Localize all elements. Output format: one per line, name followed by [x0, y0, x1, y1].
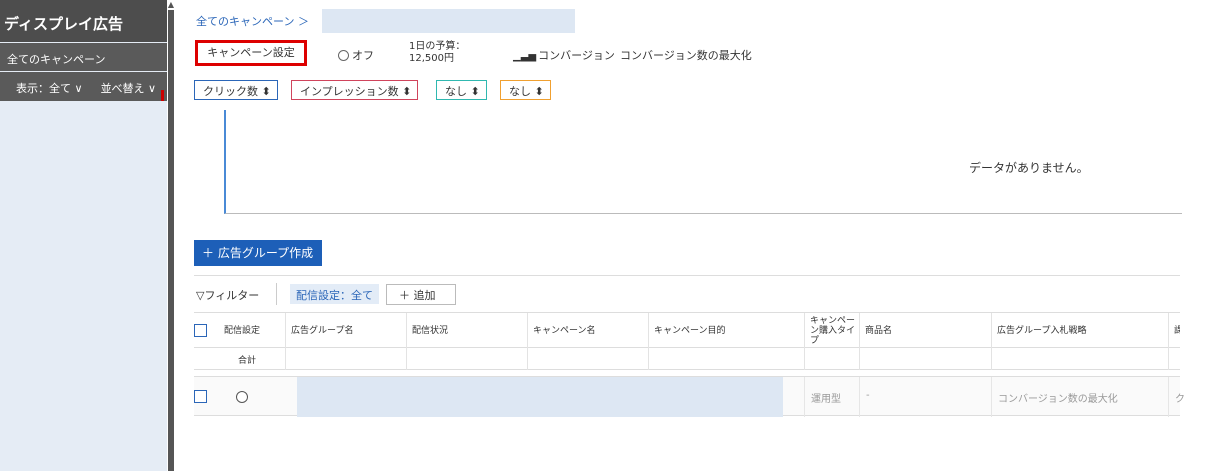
- campaign-status[interactable]: オフ: [338, 47, 374, 63]
- campaign-settings-button[interactable]: キャンペーン設定: [195, 40, 307, 66]
- metric-selector-1[interactable]: クリック数 ⬍: [194, 80, 278, 100]
- cell-product: -: [859, 377, 991, 417]
- breadcrumb-root-link[interactable]: 全てのキャンペーン: [196, 15, 294, 28]
- metric-selector-2[interactable]: インプレッション数 ⬍: [291, 80, 419, 100]
- show-filter-dropdown[interactable]: 表示：全て ∨: [16, 82, 83, 95]
- breadcrumb-separator: ＞: [297, 15, 309, 28]
- col-campaign-name[interactable]: キャンペーン名: [527, 313, 648, 349]
- campaign-goal: ▁▃▅ コンバージョン: [513, 47, 615, 63]
- sidebar-item-all-campaigns[interactable]: 全てのキャンペーン: [0, 43, 167, 71]
- campaign-summary-row: キャンペーン設定 オフ 1日の予算： 12,500円 ▁▃▅ コンバージョン コン…: [180, 40, 1180, 70]
- cell-bid-strategy: コンバージョン数の最大化: [991, 377, 1168, 417]
- budget-value: 12,500円: [409, 53, 454, 64]
- select-all-checkbox[interactable]: [194, 324, 207, 337]
- col-delivery-setting[interactable]: 配信設定: [219, 313, 285, 349]
- summary-label: 合計: [238, 356, 257, 366]
- summary-divider: [285, 348, 286, 370]
- col-ad-group-name[interactable]: 広告グループ名: [285, 313, 406, 349]
- sidebar-indicator: [161, 90, 164, 101]
- scrollbar-thumb[interactable]: [168, 10, 174, 471]
- chart-empty-message: データがありません。: [969, 161, 1089, 175]
- delivery-toggle-radio[interactable]: [236, 391, 248, 403]
- campaign-budget: 1日の予算： 12,500円: [409, 41, 465, 65]
- col-campaign-buy-type[interactable]: キャンペーン購入タイプ: [804, 313, 859, 349]
- filter-divider: [276, 283, 277, 305]
- metric-selector-3[interactable]: なし ⬍: [436, 80, 487, 100]
- add-filter-button[interactable]: ＋ 追加: [386, 284, 456, 305]
- main-content: 全てのキャンペーン ＞ キャンペーン設定 オフ 1日の予算： 12,500円 ▁…: [180, 0, 1185, 471]
- breadcrumb: 全てのキャンペーン ＞: [196, 13, 309, 29]
- table-header: 配信設定 広告グループ名 配信状況 キャンペーン名 キャンペーン目的 キャンペー…: [194, 312, 1180, 349]
- budget-label: 1日の予算：: [409, 41, 466, 52]
- col-extra[interactable]: 課: [1168, 313, 1180, 349]
- col-delivery-status[interactable]: 配信状況: [406, 313, 527, 349]
- filter-chip-delivery[interactable]: 配信設定：全て: [290, 284, 379, 304]
- scroll-up-icon[interactable]: ▲: [167, 0, 175, 10]
- sidebar-scrollbar[interactable]: ▲: [167, 0, 175, 471]
- goal-label: コンバージョン: [538, 49, 615, 62]
- bar-chart-icon: ▁▃▅: [513, 51, 537, 62]
- sidebar-title: ディスプレイ広告: [0, 0, 167, 42]
- row-checkbox[interactable]: [194, 390, 207, 403]
- summary-divider: [527, 348, 528, 370]
- summary-divider: [804, 348, 805, 370]
- sidebar: ディスプレイ広告 全てのキャンペーン 表示：全て ∨ 並べ替え ∨: [0, 0, 167, 471]
- breadcrumb-current: [322, 9, 575, 33]
- summary-divider: [648, 348, 649, 370]
- col-bid-strategy[interactable]: 広告グループ入札戦略: [991, 313, 1168, 349]
- goal-value: コンバージョン数の最大化: [620, 49, 752, 62]
- status-circle-icon: [338, 50, 349, 61]
- sidebar-filters: 表示：全て ∨ 並べ替え ∨: [0, 72, 167, 101]
- create-ad-group-button[interactable]: ＋ 広告グループ作成: [194, 240, 322, 266]
- metric-selector-4[interactable]: なし ⬍: [500, 80, 551, 100]
- summary-divider: [991, 348, 992, 370]
- cell-buy-type: 運用型: [804, 377, 859, 417]
- summary-row: 合計: [194, 348, 1180, 370]
- col-product-name[interactable]: 商品名: [859, 313, 991, 349]
- sort-dropdown[interactable]: 並べ替え ∨: [101, 82, 157, 95]
- summary-divider: [406, 348, 407, 370]
- col-campaign-objective[interactable]: キャンペーン目的: [648, 313, 804, 349]
- status-label: オフ: [352, 49, 374, 62]
- divider: [194, 275, 1180, 276]
- summary-divider: [1168, 348, 1169, 370]
- cell-extra: ク: [1168, 377, 1185, 417]
- table-row[interactable]: 運用型 - コンバージョン数の最大化 ク: [194, 376, 1185, 417]
- summary-divider: [859, 348, 860, 370]
- filter-button[interactable]: ▽フィルター: [196, 287, 259, 303]
- row-highlight: [297, 377, 783, 417]
